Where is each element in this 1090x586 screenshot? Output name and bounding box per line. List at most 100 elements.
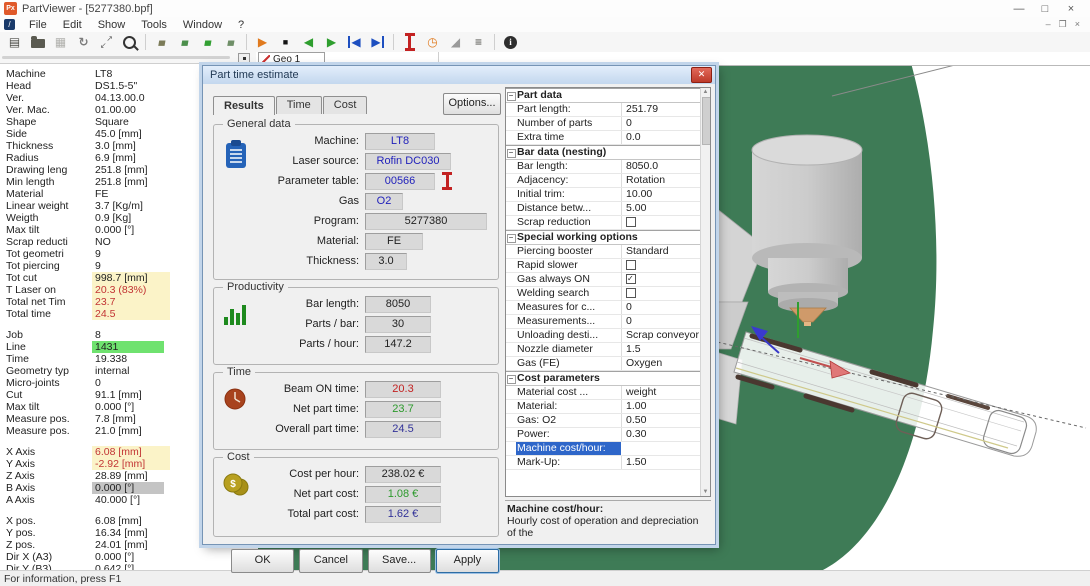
grid-row-value[interactable]: 10.00 bbox=[621, 188, 701, 201]
grid-row-value[interactable]: Oxygen bbox=[621, 357, 701, 370]
open-folder-icon[interactable] bbox=[27, 33, 48, 51]
expander-icon[interactable] bbox=[506, 174, 516, 187]
menu-window[interactable]: Window bbox=[175, 19, 230, 31]
expander-icon[interactable] bbox=[506, 89, 516, 102]
mdi-restore-button[interactable]: ❐ bbox=[1059, 19, 1067, 30]
expander-icon[interactable] bbox=[506, 287, 516, 300]
grid-row[interactable]: Gas (FE) Oxygen bbox=[506, 357, 701, 371]
grid-row-value[interactable]: 5.00 bbox=[621, 202, 701, 215]
toolbar-separator[interactable] bbox=[145, 34, 146, 50]
close-button[interactable]: × bbox=[1060, 3, 1082, 15]
grid-row-value[interactable]: 0.30 bbox=[621, 428, 701, 441]
minimize-button[interactable]: — bbox=[1008, 3, 1030, 15]
play-icon[interactable]: ▶ bbox=[252, 33, 273, 51]
tab-cost[interactable]: Cost bbox=[323, 96, 368, 114]
expander-icon[interactable] bbox=[506, 343, 516, 356]
expander-icon[interactable] bbox=[506, 372, 516, 385]
zoom-icon[interactable] bbox=[119, 33, 140, 51]
grid-row-value[interactable]: 1.00 bbox=[621, 400, 701, 413]
expander-icon[interactable] bbox=[506, 273, 516, 286]
fit-view-icon[interactable] bbox=[96, 33, 117, 51]
wire-view-icon[interactable]: ■ bbox=[220, 33, 241, 51]
expander-icon[interactable] bbox=[506, 357, 516, 370]
grid-row[interactable]: Distance betw... 5.00 bbox=[506, 202, 701, 216]
shaded-view-icon[interactable]: ■ bbox=[174, 33, 195, 51]
info-icon[interactable]: i bbox=[500, 33, 521, 51]
grid-row-value[interactable]: 0.0 bbox=[621, 131, 701, 144]
toolbar-separator[interactable] bbox=[393, 34, 394, 50]
expander-icon[interactable] bbox=[506, 202, 516, 215]
list-icon[interactable]: ≡ bbox=[468, 33, 489, 51]
solid-view-icon[interactable]: ■ bbox=[151, 33, 172, 51]
expander-icon[interactable] bbox=[506, 160, 516, 173]
dialog-close-button[interactable]: ✕ bbox=[691, 67, 712, 83]
grid-row[interactable]: Cost parameters bbox=[506, 371, 701, 386]
expander-icon[interactable] bbox=[506, 400, 516, 413]
grid-row[interactable]: Bar length: 8050.0 bbox=[506, 160, 701, 174]
step-forward-icon[interactable]: ▶ bbox=[321, 33, 342, 51]
scrollbar-thumb[interactable] bbox=[702, 97, 711, 145]
save-button[interactable]: Save... bbox=[368, 549, 431, 573]
grid-row-value[interactable] bbox=[621, 287, 701, 301]
grid-row[interactable]: Measures for c... 0 bbox=[506, 301, 701, 315]
grid-row[interactable]: Mark-Up: 1.50 bbox=[506, 456, 701, 470]
menu-tools[interactable]: Tools bbox=[133, 19, 175, 31]
dialog-title-bar[interactable]: Part time estimate ✕ bbox=[203, 66, 715, 84]
grid-row-value[interactable]: 0 bbox=[621, 117, 701, 130]
time-clock-icon[interactable]: ◷ bbox=[422, 33, 443, 51]
menu-help[interactable]: ? bbox=[230, 19, 252, 31]
grid-row-value[interactable]: 1.5 bbox=[621, 343, 701, 356]
expander-icon[interactable] bbox=[506, 188, 516, 201]
toolbar-separator[interactable] bbox=[494, 34, 495, 50]
new-document-icon[interactable]: ▤ bbox=[4, 33, 25, 51]
grid-row[interactable]: Bar data (nesting) bbox=[506, 145, 701, 160]
menu-show[interactable]: Show bbox=[90, 19, 134, 31]
grid-row[interactable]: Scrap reduction bbox=[506, 216, 701, 230]
ok-button[interactable]: OK bbox=[231, 549, 294, 573]
expander-icon[interactable] bbox=[506, 216, 516, 229]
grid-row[interactable]: Nozzle diameter 1.5 bbox=[506, 343, 701, 357]
grid-row[interactable]: Rapid slower bbox=[506, 259, 701, 273]
grid-row[interactable]: Welding search bbox=[506, 287, 701, 301]
menu-file[interactable]: File bbox=[21, 19, 55, 31]
grid-row-value[interactable]: 0 bbox=[621, 301, 701, 314]
grid-row[interactable]: Part data bbox=[506, 88, 701, 103]
expander-icon[interactable] bbox=[506, 117, 516, 130]
checkbox[interactable] bbox=[626, 288, 636, 298]
textured-view-icon[interactable]: ■ bbox=[197, 33, 218, 51]
tab-results[interactable]: Results bbox=[213, 96, 275, 115]
tab-time[interactable]: Time bbox=[276, 96, 322, 114]
expander-icon[interactable] bbox=[506, 259, 516, 272]
expander-icon[interactable] bbox=[506, 315, 516, 328]
refresh-icon[interactable]: ↻ bbox=[73, 33, 94, 51]
grid-row[interactable]: Adjacency: Rotation bbox=[506, 174, 701, 188]
sidebar-h-scrollbar[interactable] bbox=[0, 52, 256, 64]
parameter-table-icon[interactable] bbox=[442, 172, 452, 190]
mdi-minimize-button[interactable]: – bbox=[1046, 19, 1051, 30]
tab-geo1[interactable]: Geo 1 bbox=[258, 52, 325, 65]
expander-icon[interactable] bbox=[506, 103, 516, 116]
stop-icon[interactable]: ■ bbox=[275, 33, 296, 51]
toolbar-separator[interactable] bbox=[246, 34, 247, 50]
section-icon[interactable]: ◢ bbox=[445, 33, 466, 51]
grid-row-value[interactable] bbox=[621, 273, 701, 287]
grid-row-value[interactable]: Scrap conveyor bbox=[621, 329, 701, 342]
grid-row[interactable]: Gas always ON bbox=[506, 273, 701, 287]
scrollbar-button[interactable] bbox=[238, 53, 250, 64]
grid-row-value[interactable]: 8050.0 bbox=[621, 160, 701, 173]
grid-row-value[interactable]: 251.79 bbox=[621, 103, 701, 116]
scrollbar-thumb[interactable] bbox=[2, 56, 230, 59]
grid-row[interactable]: Piercing booster Standard bbox=[506, 245, 701, 259]
grid-row[interactable]: Power: 0.30 bbox=[506, 428, 701, 442]
grid-row-value[interactable]: 0 bbox=[621, 315, 701, 328]
expander-icon[interactable] bbox=[506, 414, 516, 427]
grid-row[interactable]: Material cost ... weight bbox=[506, 386, 701, 400]
part-time-estimate-icon[interactable] bbox=[399, 33, 420, 51]
grid-row[interactable]: Extra time 0.0 bbox=[506, 131, 701, 145]
expander-icon[interactable] bbox=[506, 245, 516, 258]
expander-icon[interactable] bbox=[506, 231, 516, 244]
step-back-icon[interactable]: ◀ bbox=[298, 33, 319, 51]
expander-icon[interactable] bbox=[506, 131, 516, 144]
grid-row[interactable]: Number of parts 0 bbox=[506, 117, 701, 131]
checkbox[interactable] bbox=[626, 274, 636, 284]
